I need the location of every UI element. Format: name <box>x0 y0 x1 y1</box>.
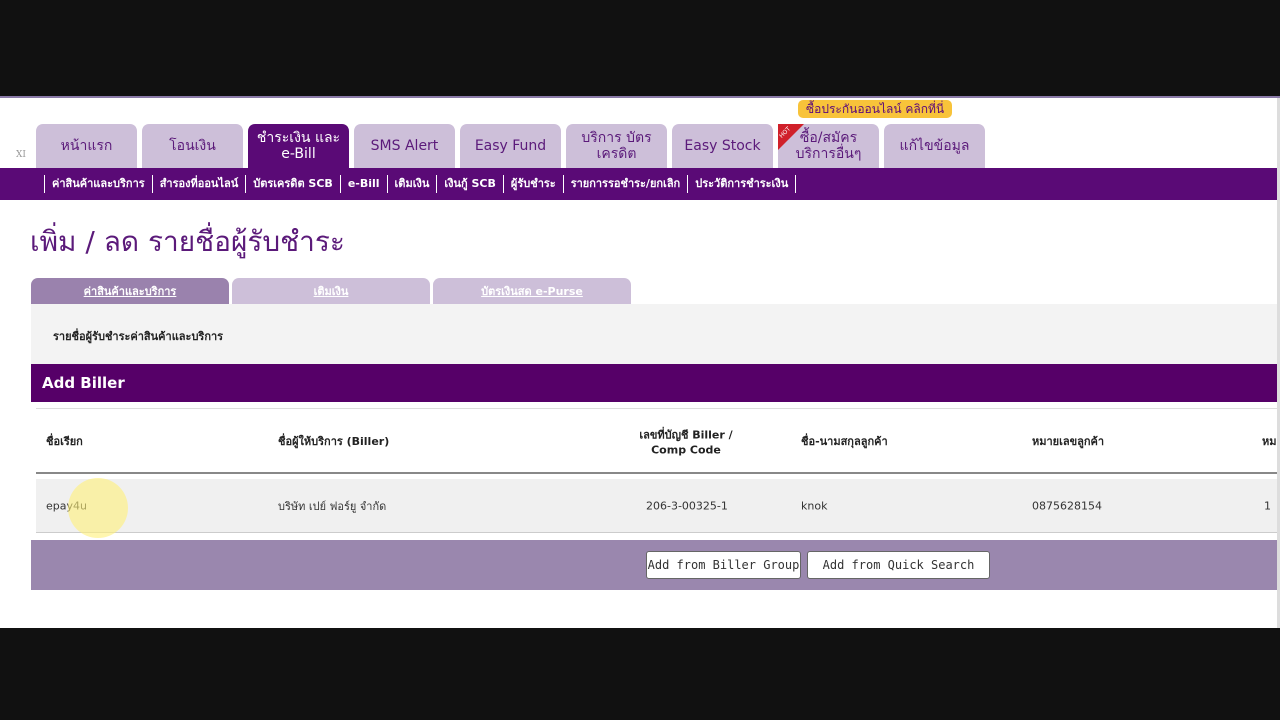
insurance-promo-link[interactable]: ซื้อประกันออนไลน์ คลิกที่นี่ <box>798 100 953 118</box>
subtab-topup[interactable]: เติมเงิน <box>232 278 430 304</box>
subnav-item[interactable]: e-Bill <box>339 175 387 193</box>
col-customer-name: ชื่อ-นามสกุลลูกค้า <box>801 434 888 448</box>
xi-label: XI <box>16 150 26 160</box>
tab-transfer[interactable]: โอนเงิน <box>142 124 243 168</box>
action-bar: Add from Biller Group Add from Quick Sea… <box>31 540 1280 590</box>
tab-easy-stock[interactable]: Easy Stock <box>672 124 773 168</box>
col-customer-number: หมายเลขลูกค้า <box>1032 434 1105 448</box>
subtab-goods-services[interactable]: ค่าสินค้าและบริการ <box>31 278 229 304</box>
tab-edit-info[interactable]: แก้ไขข้อมูล <box>884 124 985 168</box>
col-comp-code: เลขที่บัญชี Biller / Comp Code <box>639 428 733 456</box>
hot-badge-text: HOT <box>778 125 793 140</box>
tab-other-services[interactable]: HOT ซื้อ/สมัคร บริการอื่นๆ <box>778 124 879 168</box>
subnav-item[interactable]: รายการรอชำระ/ยกเลิก <box>562 175 688 193</box>
main-tabs: หน้าแรก โอนเงิน ชำระเงิน และ e-Bill SMS … <box>36 124 985 168</box>
tab-payment-ebill[interactable]: ชำระเงิน และ e-Bill <box>248 124 349 168</box>
subnav-item[interactable]: ประวัติการชำระเงิน <box>687 175 797 193</box>
tab-credit-card[interactable]: บริการ บัตรเครดิต <box>566 124 667 168</box>
panel-label: รายชื่อผู้รับชำระค่าสินค้าและบริการ <box>53 330 224 343</box>
cursor-highlight <box>68 478 128 538</box>
subnav-item[interactable]: บัตรเครดิต SCB <box>245 175 340 193</box>
section-title: Add Biller <box>31 364 1280 402</box>
col-nickname: ชื่อเรียก <box>46 434 83 448</box>
tab-home[interactable]: หน้าแรก <box>36 124 137 168</box>
subnav-item[interactable]: เงินกู้ SCB <box>436 175 503 193</box>
cell-customer-name: knok <box>801 499 828 512</box>
tab-easy-fund[interactable]: Easy Fund <box>460 124 561 168</box>
cell-biller: บริษัท เปย์ ฟอร์ยู จำกัด <box>278 499 387 513</box>
add-from-biller-group-button[interactable]: Add from Biller Group <box>646 551 801 579</box>
hot-badge: HOT <box>778 124 804 150</box>
sub-nav: ค่าสินค้าและบริการ สำรองที่ออนไลน์ บัตรเ… <box>0 168 1280 200</box>
subnav-item[interactable]: สำรองที่ออนไลน์ <box>151 175 246 193</box>
scb-easy-page: XI ซื้อประกันออนไลน์ คลิกที่นี่ หน้าแรก … <box>0 96 1280 628</box>
table-header: ชื่อเรียก ชื่อผู้ให้บริการ (Biller) เลขท… <box>36 408 1280 474</box>
subnav-item[interactable]: ผู้รับชำระ <box>502 175 563 193</box>
tab-sms-alert[interactable]: SMS Alert <box>354 124 455 168</box>
subnav-item[interactable]: เติมเงิน <box>386 175 437 193</box>
sub-tabs: ค่าสินค้าและบริการ เติมเงิน บัตรเงินสด e… <box>31 278 631 304</box>
page-title: เพิ่ม / ลด รายชื่อผู้รับชำระ <box>30 225 345 258</box>
add-from-quick-search-button[interactable]: Add from Quick Search <box>807 551 990 579</box>
col-biller: ชื่อผู้ให้บริการ (Biller) <box>278 434 390 448</box>
subnav-item[interactable]: ค่าสินค้าและบริการ <box>44 175 152 193</box>
cell-remark: 1 <box>1264 499 1271 512</box>
panel-header: รายชื่อผู้รับชำระค่าสินค้าและบริการ <box>31 304 1280 364</box>
cell-customer-number: 0875628154 <box>1032 499 1102 512</box>
cell-comp-code: 206-3-00325-1 <box>646 499 728 512</box>
biller-table: ชื่อเรียก ชื่อผู้ให้บริการ (Biller) เลขท… <box>36 408 1280 533</box>
col-remark: หม <box>1262 434 1277 448</box>
subtab-epurse[interactable]: บัตรเงินสด e-Purse <box>433 278 631 304</box>
table-row[interactable]: epay4u บริษัท เปย์ ฟอร์ยู จำกัด 206-3-00… <box>36 479 1280 533</box>
